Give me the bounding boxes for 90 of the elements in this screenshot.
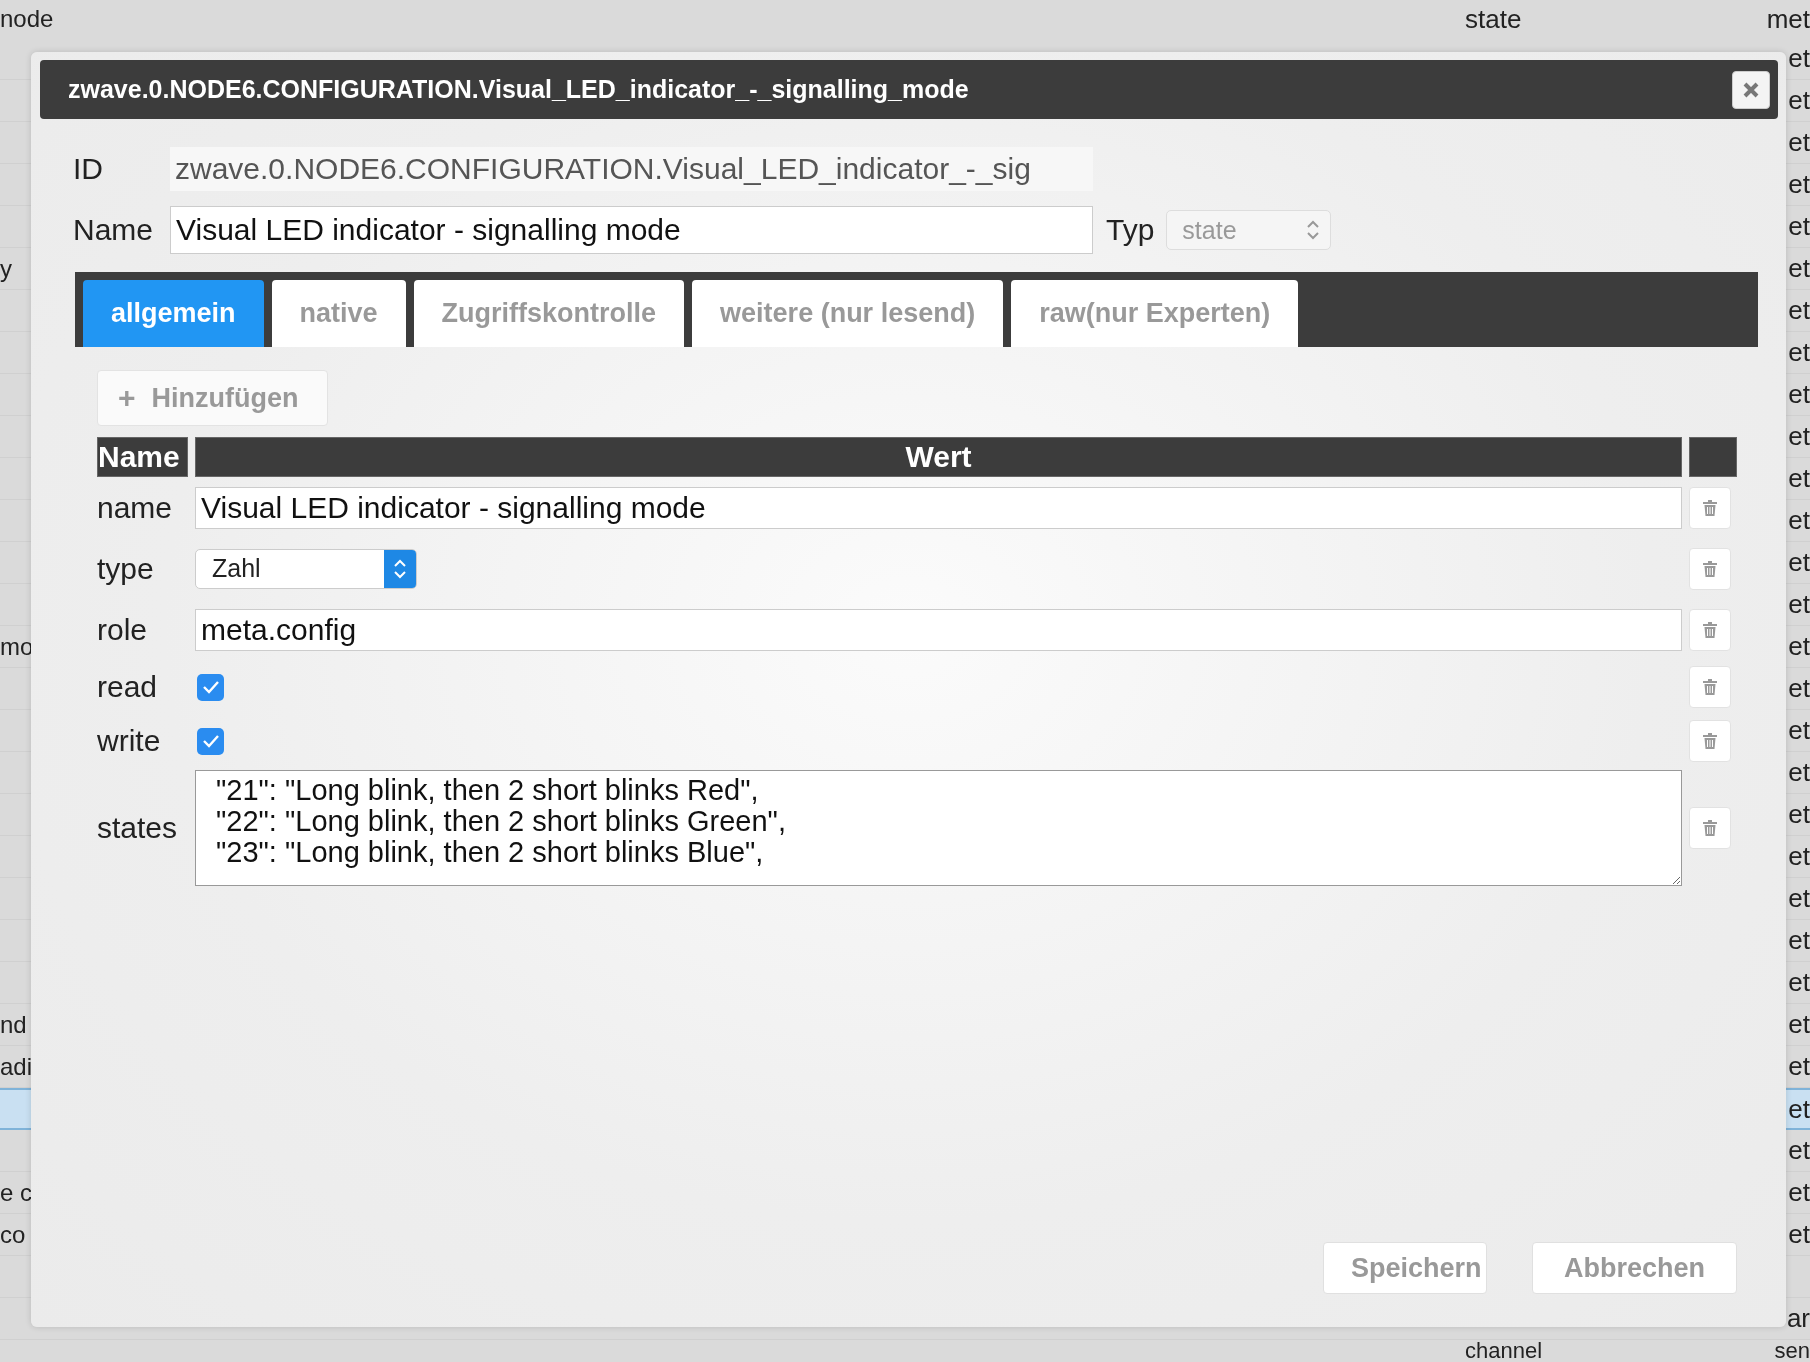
table-cell: ar [1786, 1303, 1810, 1334]
delete-button[interactable] [1689, 807, 1731, 849]
property-name: states [97, 811, 178, 845]
column-header: state [1465, 3, 1522, 35]
table-cell: et [1788, 589, 1810, 620]
header-cell [1689, 437, 1737, 477]
spinner-arrows-icon [393, 557, 407, 580]
close-icon [1742, 80, 1760, 99]
column-header: Wert [195, 437, 1682, 477]
table-cell: et [1788, 1135, 1810, 1166]
delete-button[interactable] [1689, 666, 1731, 708]
table-cell: et [1788, 1177, 1810, 1208]
column-header: met [1766, 3, 1810, 35]
property-name: role [97, 612, 148, 647]
save-button[interactable]: Speichern [1323, 1242, 1487, 1294]
table-cell: et [1788, 715, 1810, 746]
table-cell: et [1788, 43, 1810, 74]
property-name: read [97, 670, 158, 704]
delete-button[interactable] [1689, 720, 1731, 762]
delete-button[interactable] [1689, 486, 1731, 529]
trash-icon [1703, 621, 1717, 638]
states-textarea[interactable]: "21": "Long blink, then 2 short blinks Red", "22": "Long blink, then 2 short blinks Green", "23": "Long blink, then 2 short blinks Blue", [195, 770, 1682, 886]
tab[interactable]: allgemein [83, 280, 264, 347]
tab[interactable]: native [271, 280, 406, 347]
column-header: node [0, 5, 54, 33]
value-field[interactable]: meta.config [195, 608, 1682, 651]
id-label: ID [73, 152, 104, 186]
table-cell: et [1788, 673, 1810, 704]
table-cell: et [1788, 463, 1810, 494]
property-name: write [97, 724, 161, 758]
table-cell: et [1788, 1093, 1810, 1125]
table-cell: et [1788, 127, 1810, 158]
trash-icon [1703, 560, 1717, 577]
table-cell: et [1788, 1009, 1810, 1040]
table-cell: et [1788, 547, 1810, 578]
checkmark-icon [201, 734, 220, 748]
table-cell: et [1788, 379, 1810, 410]
spinner-arrows-icon [1306, 219, 1321, 241]
trash-icon [1703, 679, 1717, 695]
table-cell: et [1788, 85, 1810, 116]
table-cell: et [1788, 169, 1810, 200]
property-name: type [97, 551, 154, 586]
table-cell: et [1788, 253, 1810, 284]
table-cell: et [1788, 1219, 1810, 1250]
table-cell: et [1788, 1051, 1810, 1082]
checkbox[interactable] [197, 673, 224, 701]
dialog-title: zwave.0.NODE6.CONFIGURATION.Visual_LED_indicator_-_signalling_mode [68, 75, 969, 104]
checkmark-icon [201, 680, 220, 694]
name-field[interactable]: Visual LED indicator - signalling mode [170, 206, 1093, 254]
table-cell: channel [1465, 1340, 1543, 1362]
property-name: name [97, 490, 173, 525]
table-cell: co [0, 1220, 26, 1249]
table-cell: e c [0, 1178, 32, 1207]
table-cell: et [1788, 295, 1810, 326]
table-cell: et [1788, 421, 1810, 452]
table-cell: et [1788, 925, 1810, 956]
type-select[interactable]: Zahl [195, 548, 417, 589]
table-cell: et [1788, 505, 1810, 536]
table-cell: et [1788, 211, 1810, 242]
table-cell: et [1788, 631, 1810, 662]
value-field[interactable]: Visual LED indicator - signalling mode [195, 486, 1682, 529]
type-select[interactable]: state [1166, 210, 1332, 250]
trash-icon [1703, 820, 1717, 836]
table-cell: nd [0, 1010, 27, 1039]
table-cell: adi [0, 1052, 33, 1081]
column-header: Name [97, 437, 188, 477]
table-cell: mo [0, 632, 34, 661]
delete-button[interactable] [1689, 547, 1731, 590]
table-cell: sen [1774, 1340, 1810, 1362]
tab[interactable]: Zugriffskontrolle [413, 280, 685, 347]
id-field: zwave.0.NODE6.CONFIGURATION.Visual_LED_indicator_-_sig [170, 147, 1093, 191]
name-label: Name [73, 213, 155, 247]
trash-icon [1703, 499, 1717, 516]
delete-button[interactable] [1689, 608, 1731, 651]
table-cell: et [1788, 967, 1810, 998]
cancel-button[interactable]: Abbrechen [1532, 1242, 1737, 1294]
type-label: Typ [1106, 213, 1155, 247]
table-cell: et [1788, 841, 1810, 872]
table-cell: y [0, 254, 12, 283]
table-cell: et [1788, 757, 1810, 788]
close-button[interactable] [1732, 70, 1770, 109]
table-cell: et [1788, 799, 1810, 830]
table-cell: et [1788, 337, 1810, 368]
table-cell: et [1788, 883, 1810, 914]
checkbox[interactable] [197, 727, 224, 755]
tab[interactable]: weitere (nur lesend) [692, 280, 1004, 347]
add-button[interactable]: + Hinzufügen [97, 370, 328, 426]
table-row[interactable]: channel sen [0, 1340, 1810, 1362]
tab[interactable]: raw(nur Experten) [1011, 280, 1299, 347]
trash-icon [1703, 733, 1717, 749]
